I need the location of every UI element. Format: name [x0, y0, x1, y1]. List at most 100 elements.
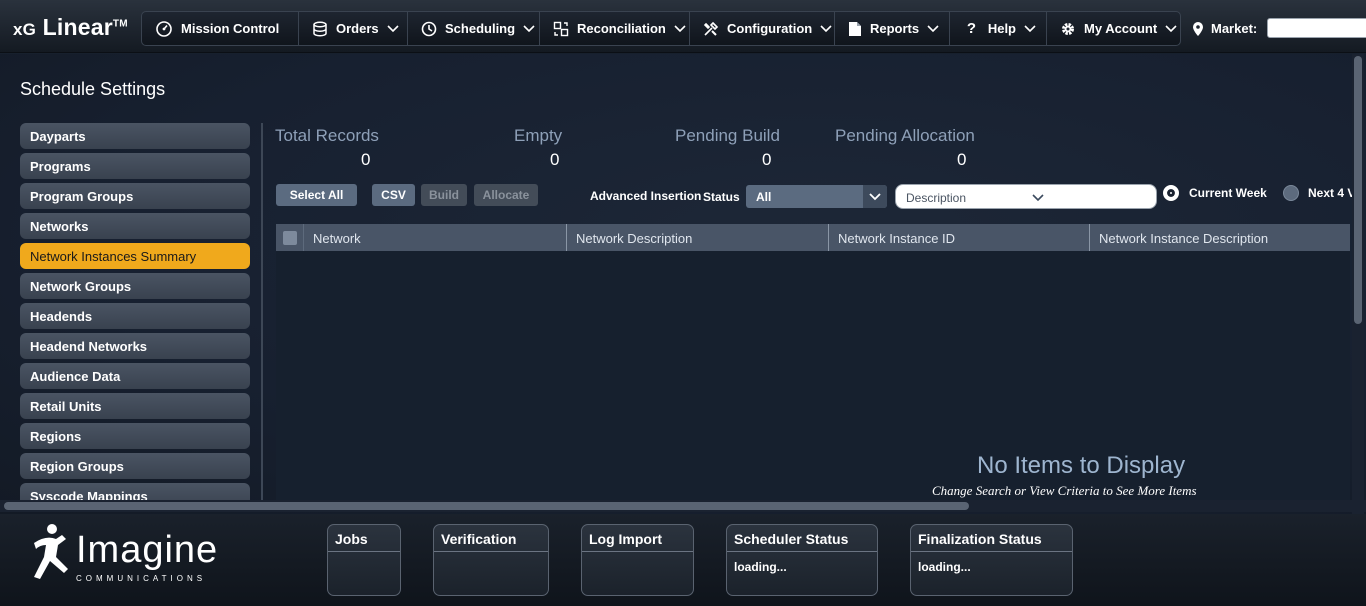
scrollbar-thumb[interactable]	[1354, 56, 1362, 324]
advanced-insertion-toggle[interactable]: Advanced Insertion	[590, 189, 701, 203]
nav-label: Reconciliation	[577, 21, 666, 36]
nav-reconciliation[interactable]: Reconciliation	[539, 11, 689, 46]
stat-value-total-records: 0	[361, 150, 371, 169]
nav-label: Reports	[870, 21, 920, 36]
top-navigation-bar: xG LinearTM Mission Control Orders Sched…	[0, 0, 1366, 53]
widget-title: Jobs	[328, 525, 400, 552]
status-select[interactable]: All	[746, 185, 887, 208]
stat-label-total-records: Total Records	[275, 126, 379, 145]
sidebar-item-dayparts[interactable]: Dayparts	[20, 123, 250, 149]
stat-value-empty: 0	[550, 150, 560, 169]
jobs-widget[interactable]: Jobs	[327, 524, 401, 596]
dashboard-icon	[155, 20, 173, 38]
page-title: Schedule Settings	[20, 79, 166, 99]
main-nav: Mission Control Orders Scheduling Reconc…	[141, 11, 1181, 46]
description-filter-input[interactable]: Description	[895, 184, 1157, 209]
chevron-down-icon	[863, 185, 887, 208]
chevron-down-icon	[927, 23, 939, 35]
widget-body	[434, 552, 548, 568]
scrollbar-thumb[interactable]	[4, 502, 969, 510]
widget-title: Log Import	[582, 525, 693, 552]
allocate-button[interactable]: Allocate	[474, 184, 538, 206]
current-week-label: Current Week	[1189, 186, 1267, 200]
reconcile-icon	[553, 20, 569, 38]
logo-subtitle: COMMUNICATIONS	[76, 574, 207, 583]
nav-label: Orders	[336, 21, 379, 36]
nav-help[interactable]: ? Help	[949, 11, 1046, 46]
market-label: Market:	[1211, 21, 1258, 36]
question-icon: ?	[966, 20, 976, 37]
nav-reports[interactable]: Reports	[834, 11, 949, 46]
empty-state-title: No Items to Display	[977, 452, 1186, 479]
finalization-status-widget[interactable]: Finalization Status loading...	[910, 524, 1073, 596]
build-button[interactable]: Build	[421, 184, 467, 206]
market-input[interactable]	[1267, 18, 1366, 38]
nav-scheduling[interactable]: Scheduling	[407, 11, 539, 46]
widget-body: loading...	[734, 560, 787, 574]
log-import-widget[interactable]: Log Import	[581, 524, 694, 596]
runner-icon	[34, 524, 68, 579]
gear-icon	[1060, 20, 1076, 38]
sidebar-item-headends[interactable]: Headends	[20, 303, 250, 329]
status-select-value: All	[756, 190, 772, 204]
vertical-scrollbar[interactable]	[1352, 54, 1364, 514]
stat-label-pending-build: Pending Build	[675, 126, 780, 145]
brand-tm: TM	[112, 18, 128, 30]
sidebar-item-networks[interactable]: Networks	[20, 213, 250, 239]
widget-body	[582, 552, 693, 568]
sidebar-item-syscode-mappings[interactable]: Syscode Mappings	[20, 483, 250, 500]
horizontal-scrollbar[interactable]	[0, 500, 1366, 512]
stat-value-pending-allocation: 0	[957, 150, 967, 169]
status-label: Status	[703, 190, 740, 204]
footer-bar: Imagine COMMUNICATIONS Jobs Verification…	[0, 514, 1366, 606]
sidebar-item-headend-networks[interactable]: Headend Networks	[20, 333, 250, 359]
checkbox-box	[282, 230, 297, 245]
nav-label: Help	[987, 21, 1016, 36]
app-brand[interactable]: xG LinearTM	[13, 14, 128, 41]
sidebar-item-network-groups[interactable]: Network Groups	[20, 273, 250, 299]
logo-wordmark: Imagine	[76, 529, 219, 571]
verification-widget[interactable]: Verification	[433, 524, 549, 596]
tools-icon	[703, 20, 719, 38]
stat-label-empty: Empty	[514, 126, 563, 145]
current-week-radio[interactable]	[1163, 185, 1179, 201]
header-select-checkbox[interactable]	[276, 224, 304, 251]
database-icon	[312, 20, 328, 38]
scheduler-status-widget[interactable]: Scheduler Status loading...	[726, 524, 878, 596]
nav-label: My Account	[1084, 21, 1158, 36]
widget-title: Finalization Status	[911, 525, 1072, 552]
chevron-down-icon	[1032, 191, 1044, 205]
column-header-network-instance-id[interactable]: Network Instance ID	[829, 224, 1090, 251]
sidebar-item-network-instances-summary[interactable]: Network Instances Summary	[20, 243, 250, 269]
chevron-down-icon	[1165, 23, 1177, 35]
nav-orders[interactable]: Orders	[298, 11, 407, 46]
widget-body: loading...	[918, 560, 971, 574]
column-header-network-description[interactable]: Network Description	[567, 224, 829, 251]
widget-title: Verification	[434, 525, 548, 552]
description-placeholder: Description	[906, 191, 967, 205]
sidebar-item-program-groups[interactable]: Program Groups	[20, 183, 250, 209]
sidebar-item-regions[interactable]: Regions	[20, 423, 250, 449]
chevron-down-icon	[674, 23, 686, 35]
nav-label: Scheduling	[445, 21, 516, 36]
sidebar-item-programs[interactable]: Programs	[20, 153, 250, 179]
chevron-down-icon	[387, 23, 399, 35]
widget-body	[328, 552, 400, 568]
sidebar-item-audience-data[interactable]: Audience Data	[20, 363, 250, 389]
sidebar-item-retail-units[interactable]: Retail Units	[20, 393, 250, 419]
select-all-button[interactable]: Select All	[276, 184, 357, 206]
document-icon	[848, 20, 862, 38]
grid-body	[276, 251, 1350, 503]
nav-my-account[interactable]: My Account	[1046, 11, 1181, 46]
nav-configuration[interactable]: Configuration	[689, 11, 834, 46]
nav-mission-control[interactable]: Mission Control	[141, 11, 298, 46]
nav-label: Configuration	[727, 21, 813, 36]
csv-button[interactable]: CSV	[372, 184, 415, 206]
sidebar-divider	[261, 123, 263, 500]
next-4-weeks-radio[interactable]	[1283, 185, 1299, 201]
stat-value-pending-build: 0	[762, 150, 772, 169]
next-4-weeks-label: Next 4 V	[1308, 186, 1352, 200]
column-header-network-instance-description[interactable]: Network Instance Description	[1090, 224, 1350, 251]
column-header-network[interactable]: Network	[304, 224, 567, 251]
sidebar-item-region-groups[interactable]: Region Groups	[20, 453, 250, 479]
